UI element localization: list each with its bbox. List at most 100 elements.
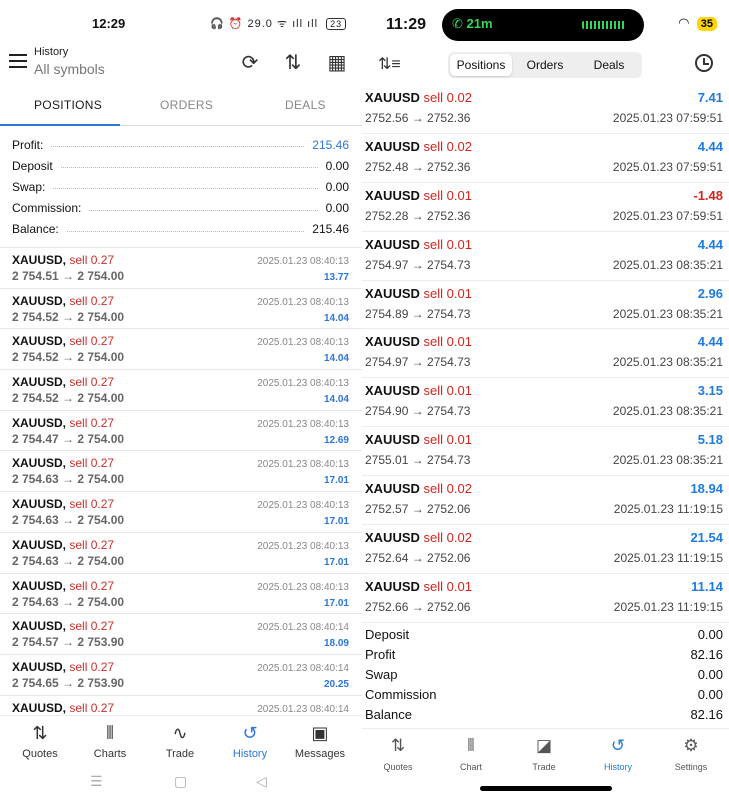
- deal-row[interactable]: XAUUSD, sell 0.27 2 754.52 → 2 754.00 2025…: [0, 287, 362, 329]
- deal-symbol: XAUUSD sell 0.01: [365, 383, 472, 398]
- symbol-name: XAUUSD: [365, 530, 420, 546]
- sort-icon[interactable]: ⇅: [280, 50, 306, 76]
- deal-row[interactable]: XAUUSD sell 0.01 5.18 2755.01 → 2754.73 202…: [362, 427, 729, 477]
- deal-time: 2025.01.23 08:40:13: [257, 337, 349, 349]
- deal-row[interactable]: XAUUSD, sell 0.27 2 754.63 → 2 754.00 2025…: [0, 531, 362, 573]
- android-bottom-nav: ⇅ Quotes ⫴ Charts ∿ Trade ↺ History ▣ Message…: [0, 715, 362, 765]
- deal-row[interactable]: XAUUSD, sell 0.27 2 754.51 → 2 754.00 2025…: [0, 247, 362, 288]
- deal-symbol: XAUUSD sell 0.02: [365, 139, 472, 154]
- deal-side: sell 0.01: [423, 187, 472, 203]
- deal-profit: 14.04: [323, 353, 349, 365]
- ios-history-screen: 11:29 ✆ 21m ◠ 35 ⇅≡ Positions Orders Dea…: [362, 0, 729, 800]
- deal-time: 2025.01.23 08:40:13: [257, 418, 349, 430]
- deal-symbol: XAUUSD, sell 0.27: [12, 579, 114, 593]
- messages-icon: ▣: [311, 723, 329, 743]
- summary-row: Swap 0.00: [365, 664, 723, 684]
- deal-side: sell 0.27: [69, 253, 115, 267]
- deal-row[interactable]: XAUUSD, sell 0.27 2 754.65 → 2 753.90 2025…: [0, 653, 362, 695]
- android-status-bar: 12:29 🎧 ⏰ 29.0 ᯤ ıll ıll 23: [0, 0, 362, 44]
- deal-row[interactable]: XAUUSD sell 0.01 3.15 2754.90 → 2754.73 202…: [362, 378, 729, 428]
- tab-orders[interactable]: ORDERS: [160, 98, 213, 112]
- summary-row: Swap: 0.00: [12, 176, 349, 197]
- summary-row: Deposit 0.00: [365, 624, 723, 644]
- calendar-icon[interactable]: ▦: [324, 50, 350, 76]
- ios-status-right: ◠ 35: [678, 15, 717, 31]
- nav-quotes[interactable]: ⇅ Quotes: [5, 722, 75, 760]
- deal-row[interactable]: XAUUSD sell 0.01 2.96 2754.89 → 2754.73 202…: [362, 281, 729, 330]
- deal-symbol: XAUUSD sell 0.02: [365, 530, 472, 545]
- deal-row[interactable]: XAUUSD sell 0.01 -1.48 2752.28 → 2752.36 20…: [362, 183, 729, 232]
- tab-settings[interactable]: ⚙ Settings: [655, 735, 727, 772]
- menu-icon[interactable]: [9, 54, 27, 68]
- deal-symbol: XAUUSD sell 0.01: [365, 286, 472, 301]
- deal-row[interactable]: XAUUSD sell 0.01 11.14 2752.66 → 2752.06 20…: [362, 574, 729, 623]
- tab-trade[interactable]: ◪ Trade: [508, 735, 580, 772]
- tab-history[interactable]: ↺ History: [582, 735, 654, 772]
- nav-charts[interactable]: ⫴ Charts: [75, 722, 145, 760]
- deal-row[interactable]: XAUUSD sell 0.01 4.44 2754.97 → 2754.73 202…: [362, 232, 729, 281]
- deal-prices: 2754.97 → 2754.73: [365, 355, 471, 370]
- deal-row[interactable]: XAUUSD, sell 0.27 2 754.57 → 2 753.90 2025…: [0, 613, 362, 654]
- deal-row[interactable]: XAUUSD, sell 0.27 2 754.63 → 2 754.00 2025…: [0, 450, 362, 491]
- deal-side: sell 0.02: [423, 138, 472, 154]
- deal-row[interactable]: XAUUSD, sell 0.27 2 754.47 → 2 754.00 2025…: [0, 409, 362, 451]
- tab-label: Chart: [459, 762, 482, 772]
- deal-time: 2025.01.23 08:40:13: [257, 581, 349, 593]
- segment-deals[interactable]: Deals: [578, 54, 640, 76]
- deal-symbol: XAUUSD, sell 0.27: [12, 497, 114, 511]
- deal-row[interactable]: XAUUSD, sell 0.27 2 754.63 → 2 754.00 2025…: [0, 572, 362, 614]
- deal-row[interactable]: XAUUSD sell 0.02 18.94 2752.57 → 2752.06 20…: [362, 476, 729, 526]
- deal-prices: 2752.56 → 2752.36: [365, 111, 471, 125]
- deal-symbol: XAUUSD sell 0.02: [365, 90, 472, 105]
- sort-icon[interactable]: ⇅≡: [378, 54, 401, 74]
- deal-profit: 4.44: [697, 334, 723, 350]
- summary-row: Commission 0.00: [365, 684, 723, 704]
- deal-row[interactable]: XAUUSD sell 0.02 4.44 2752.48 → 2752.36 202…: [362, 134, 729, 183]
- deal-profit: 4.44: [697, 138, 723, 154]
- deal-time: 2025.01.23 08:40:13: [257, 256, 349, 267]
- nav-label: Quotes: [22, 748, 58, 760]
- clock-icon[interactable]: [695, 54, 713, 72]
- refresh-currency-icon[interactable]: ⟳: [237, 50, 263, 76]
- deal-prices: 2 754.52 → 2 754.00: [12, 309, 125, 324]
- home-indicator[interactable]: [480, 786, 612, 791]
- deal-prices: 2752.64 → 2752.06: [365, 551, 471, 566]
- deal-prices: 2755.01 → 2754.73: [365, 453, 471, 468]
- summary-label: Deposit: [12, 158, 57, 173]
- wifi-icon: ◠: [678, 15, 690, 30]
- android-history-screen: 12:29 🎧 ⏰ 29.0 ᯤ ıll ıll 23 History All …: [0, 0, 362, 800]
- back-icon[interactable]: ◁: [256, 773, 267, 790]
- tab-quotes[interactable]: ⇅ Quotes: [362, 735, 434, 772]
- deal-row[interactable]: XAUUSD, sell 0.27 2 754.52 → 2 754.00 2025…: [0, 328, 362, 369]
- status-time: 12:29: [92, 16, 126, 31]
- deal-profit: 17.01: [323, 597, 349, 609]
- tab-deals[interactable]: DEALS: [285, 98, 326, 112]
- deal-symbol: XAUUSD, sell 0.27: [12, 538, 114, 552]
- deal-row[interactable]: XAUUSD sell 0.01 4.44 2754.97 → 2754.73 202…: [362, 329, 729, 379]
- symbol-filter[interactable]: All symbols: [34, 61, 105, 77]
- segment-orders[interactable]: Orders: [514, 54, 576, 76]
- nav-history[interactable]: ↺ History: [215, 722, 285, 760]
- tab-chart[interactable]: ⫴ Chart: [435, 735, 507, 772]
- deal-time: 2025.01.23 08:35:21: [612, 404, 723, 419]
- deal-row[interactable]: XAUUSD, sell 0.27 2 754.52 → 2 754.00 2025…: [0, 369, 362, 410]
- segment-positions[interactable]: Positions: [450, 54, 512, 76]
- status-indicators: 🎧 ⏰ 29.0 ᯤ ıll ıll: [210, 18, 319, 30]
- deal-prices: 2754.90 → 2754.73: [365, 404, 471, 419]
- dynamic-island[interactable]: ✆ 21m: [442, 9, 644, 41]
- deal-row[interactable]: XAUUSD sell 0.02 21.54 2752.64 → 2752.06 20…: [362, 525, 729, 574]
- deal-time: 2025.01.23 08:40:13: [257, 540, 349, 552]
- recents-icon[interactable]: ☰: [90, 773, 103, 790]
- deal-row[interactable]: XAUUSD sell 0.02 7.41 2752.56 → 2752.36 202…: [362, 85, 729, 134]
- nav-trade[interactable]: ∿ Trade: [145, 722, 215, 760]
- deal-prices: 2 754.63 → 2 754.00: [12, 594, 125, 609]
- nav-messages[interactable]: ▣ Messages: [285, 722, 355, 760]
- tab-positions[interactable]: POSITIONS: [34, 98, 102, 112]
- deal-row[interactable]: XAUUSD, sell 0.27 2 754.63 → 2 754.00 2025…: [0, 491, 362, 532]
- symbol-name: XAUUSD: [365, 481, 420, 497]
- summary-row: Commission: 0.00: [12, 198, 349, 219]
- gear-icon: ⚙: [683, 736, 699, 755]
- symbol-name: XAUUSD,: [12, 375, 67, 390]
- home-icon[interactable]: ▢: [174, 773, 187, 790]
- summary-label: Balance:: [12, 222, 63, 237]
